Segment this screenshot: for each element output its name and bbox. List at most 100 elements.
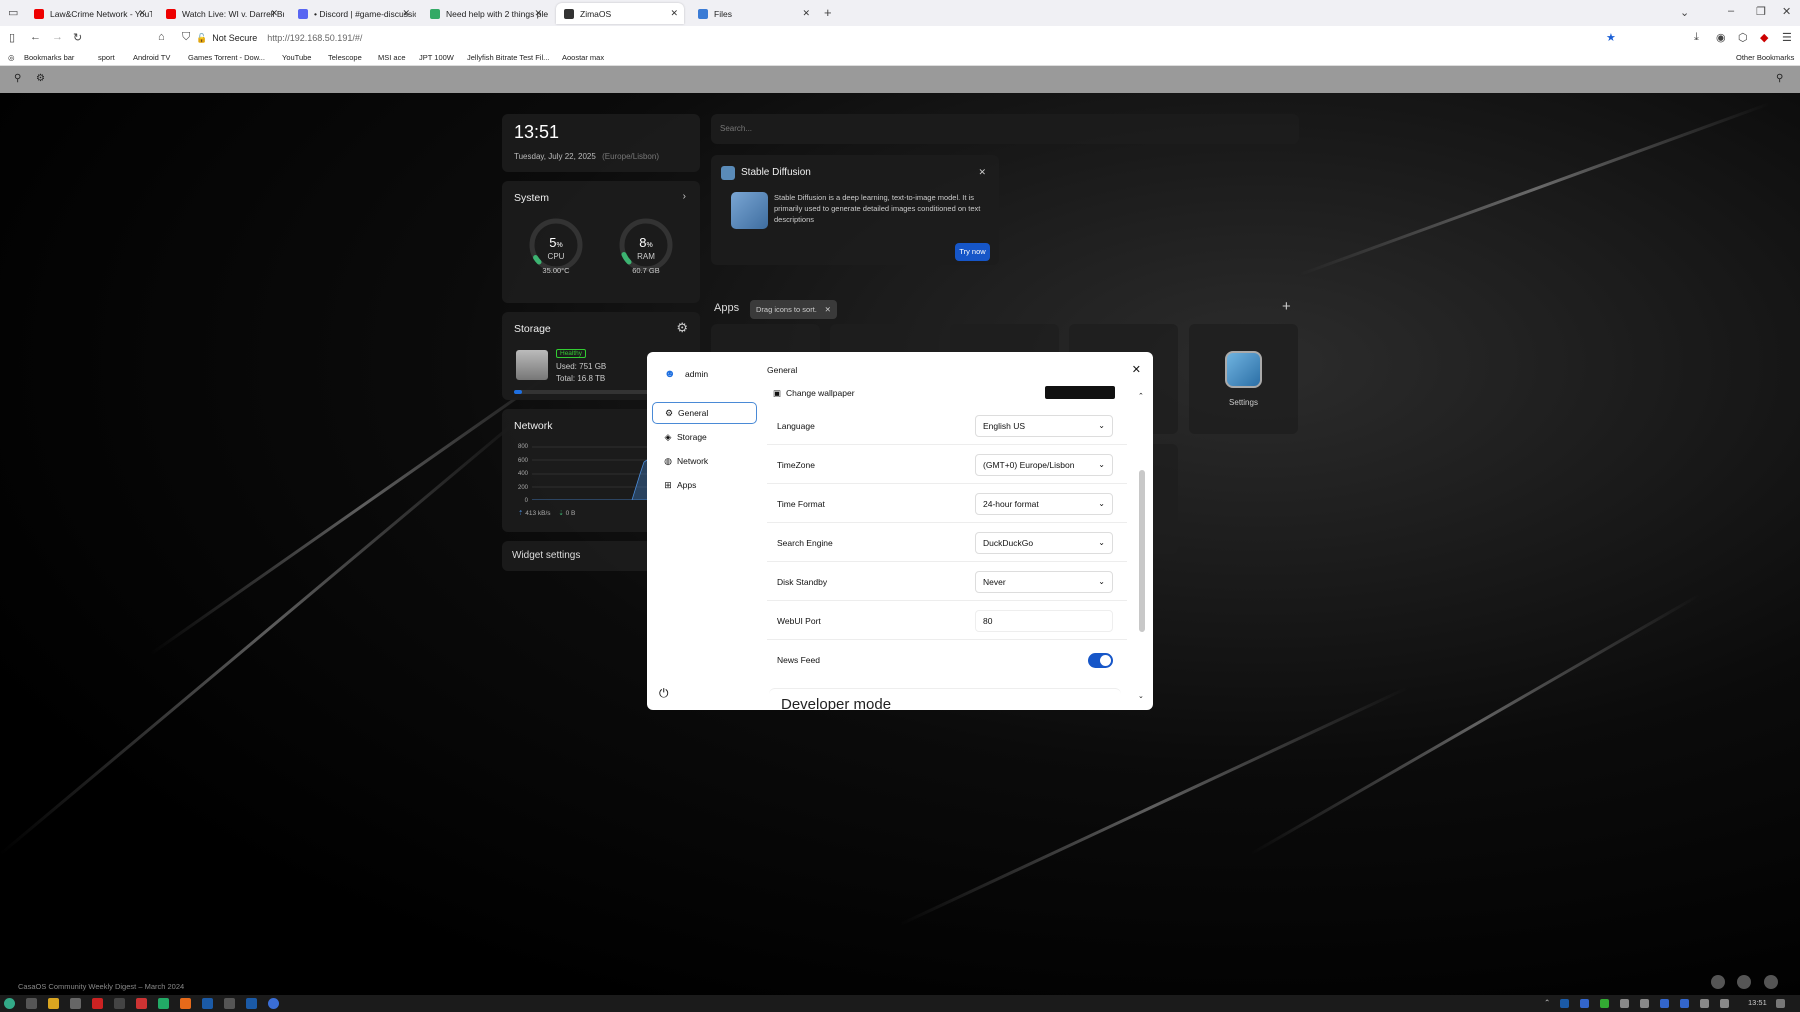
mail-icon[interactable] xyxy=(1711,975,1725,989)
taskbar-app-icon[interactable] xyxy=(92,998,103,1009)
close-icon[interactable]: ✕ xyxy=(138,8,146,19)
taskbar-app-icon[interactable] xyxy=(114,998,125,1009)
close-icon[interactable]: ✕ xyxy=(402,8,410,19)
storage-settings-icon[interactable]: ⚙ xyxy=(676,320,688,336)
minimize-icon[interactable]: – xyxy=(1728,5,1734,17)
reload-icon[interactable]: ↻ xyxy=(73,31,82,44)
steam-icon[interactable] xyxy=(202,998,213,1009)
notification-icon[interactable] xyxy=(1776,999,1785,1008)
tab-zimaos[interactable]: ZimaOS ✕ xyxy=(556,3,684,24)
close-icon[interactable]: ✕ xyxy=(978,167,986,178)
forward-icon[interactable]: → xyxy=(52,31,63,43)
account-circle-icon[interactable] xyxy=(1764,975,1778,989)
bookmark-item[interactable]: Games Torrent - Dow... xyxy=(188,53,265,62)
taskbar-app-icon[interactable] xyxy=(158,998,169,1009)
bookmark-item[interactable]: YouTube xyxy=(282,53,311,62)
profile-icon[interactable]: ⚲ xyxy=(1776,73,1783,84)
bookmark-item[interactable]: Telescope xyxy=(328,53,362,62)
shield-icon[interactable]: ⛉ xyxy=(182,31,190,44)
address-bar[interactable]: 🔓 Not Secure http://192.168.50.191/#/ xyxy=(196,29,1596,47)
bookmark-item[interactable]: Aoostar max xyxy=(562,53,604,62)
tab-actions-icon[interactable]: ▭ xyxy=(8,6,18,19)
window-close-icon[interactable]: ✕ xyxy=(1782,5,1791,18)
file-explorer-icon[interactable] xyxy=(48,998,59,1009)
other-bookmarks[interactable]: Other Bookmarks xyxy=(1736,53,1794,62)
bookmark-item[interactable]: Android TV xyxy=(133,53,170,62)
steam-icon[interactable] xyxy=(246,998,257,1009)
extensions-icon[interactable]: ⬡ xyxy=(1738,31,1748,44)
tray-icon[interactable] xyxy=(1600,999,1609,1008)
firefox-icon[interactable] xyxy=(180,998,191,1009)
downloads-icon[interactable]: ⤓ xyxy=(1694,31,1699,44)
tab-watch-live[interactable]: Watch Live: WI v. Darrell Brook✕ xyxy=(158,3,284,24)
bookmark-item[interactable]: Jellyfish Bitrate Test Fil... xyxy=(467,53,549,62)
tray-icon[interactable] xyxy=(1640,999,1649,1008)
menu-icon[interactable]: ☰ xyxy=(1782,31,1792,44)
scrollbar-thumb[interactable] xyxy=(1139,470,1145,632)
nav-general[interactable]: ⚙ General xyxy=(652,402,757,424)
task-view-icon[interactable] xyxy=(26,998,37,1009)
change-wallpaper[interactable]: ▣ Change wallpaper xyxy=(773,388,855,399)
taskbar-app-icon[interactable] xyxy=(268,998,279,1009)
restore-icon[interactable]: ❐ xyxy=(1756,5,1766,18)
taskbar-clock[interactable]: 13:51 xyxy=(1748,998,1767,1007)
nav-apps[interactable]: ⊞ Apps xyxy=(652,474,757,496)
account-icon[interactable]: ◉ xyxy=(1716,31,1726,44)
taskbar-app-icon[interactable] xyxy=(224,998,235,1009)
news-footer[interactable]: CasaOS Community Weekly Digest – March 2… xyxy=(18,982,184,991)
back-icon[interactable]: ← xyxy=(30,31,41,43)
try-now-button[interactable]: Try now xyxy=(955,243,990,261)
close-icon[interactable]: ✕ xyxy=(270,8,278,19)
tab-files[interactable]: Files ✕ xyxy=(690,3,816,24)
home-icon[interactable]: ⌂ xyxy=(158,31,165,43)
network-tray-icon[interactable] xyxy=(1720,999,1729,1008)
tray-chevron-icon[interactable]: ⌃ xyxy=(1544,998,1550,1007)
settings-gear-icon[interactable]: ⚙ xyxy=(36,73,45,84)
time-format-select[interactable]: 24-hour format ⌄ xyxy=(975,492,1113,515)
power-icon[interactable]: ⏻ xyxy=(659,686,669,701)
taskbar-app-icon[interactable] xyxy=(70,998,81,1009)
tray-icon[interactable] xyxy=(1660,999,1669,1008)
bookmark-item[interactable]: MSI ace xyxy=(378,53,406,62)
disk-standby-select[interactable]: Never ⌄ xyxy=(975,570,1113,593)
start-icon[interactable] xyxy=(4,998,15,1009)
tray-icon[interactable] xyxy=(1560,999,1569,1008)
sidebar-icon[interactable]: ▯ xyxy=(9,31,15,44)
chevron-right-icon[interactable]: › xyxy=(683,191,686,202)
user-icon[interactable]: ⚲ xyxy=(14,73,21,84)
language-select[interactable]: English US ⌄ xyxy=(975,414,1113,437)
close-icon[interactable]: ✕ xyxy=(670,8,678,19)
nav-network[interactable]: ◍ Network xyxy=(652,450,757,472)
tab-discord[interactable]: • Discord | #game-discussion | 5✕ xyxy=(290,3,416,24)
close-icon[interactable]: ✕ xyxy=(534,8,542,19)
app-tile-settings[interactable]: Settings xyxy=(1189,324,1298,434)
tab-lawcrime[interactable]: Law&Crime Network - YouTube✕ xyxy=(26,3,152,24)
close-icon[interactable]: ✕ xyxy=(825,300,831,319)
webui-port-input[interactable]: 80 xyxy=(975,609,1113,632)
wallpaper-preview[interactable] xyxy=(1045,386,1115,399)
bookmark-star-icon[interactable]: ★ xyxy=(1606,31,1616,44)
tray-icon[interactable] xyxy=(1620,999,1629,1008)
search-engine-select[interactable]: DuckDuckGo ⌄ xyxy=(975,531,1113,554)
news-feed-toggle[interactable] xyxy=(1088,652,1113,668)
scroll-up-icon[interactable]: ⌃ xyxy=(1138,392,1144,400)
bookmark-item[interactable]: Bookmarks bar xyxy=(24,53,74,62)
taskbar-app-icon[interactable] xyxy=(136,998,147,1009)
nav-storage[interactable]: ◈ Storage xyxy=(652,426,757,448)
add-app-icon[interactable]: + xyxy=(1282,298,1291,315)
tray-icon[interactable] xyxy=(1580,999,1589,1008)
timezone-select[interactable]: (GMT+0) Europe/Lisbon ⌄ xyxy=(975,453,1113,476)
new-tab-icon[interactable]: + xyxy=(824,5,832,20)
bookmark-item[interactable]: JPT 100W xyxy=(419,53,454,62)
scroll-down-icon[interactable]: ⌄ xyxy=(1138,692,1144,700)
search-bar[interactable]: Search... xyxy=(711,114,1299,144)
tab-list-icon[interactable]: ⌄ xyxy=(1680,6,1689,19)
tray-icon[interactable] xyxy=(1700,999,1709,1008)
close-icon[interactable]: ✕ xyxy=(1132,363,1141,376)
close-icon[interactable]: ✕ xyxy=(802,8,810,19)
addon-icon[interactable]: ◆ xyxy=(1760,31,1768,44)
bookmark-item[interactable]: sport xyxy=(98,53,115,62)
chat-icon[interactable] xyxy=(1737,975,1751,989)
tab-need-help[interactable]: Need help with 2 things please✕ xyxy=(422,3,548,24)
scrollbar[interactable]: ⌃ ⌄ xyxy=(1138,392,1145,700)
